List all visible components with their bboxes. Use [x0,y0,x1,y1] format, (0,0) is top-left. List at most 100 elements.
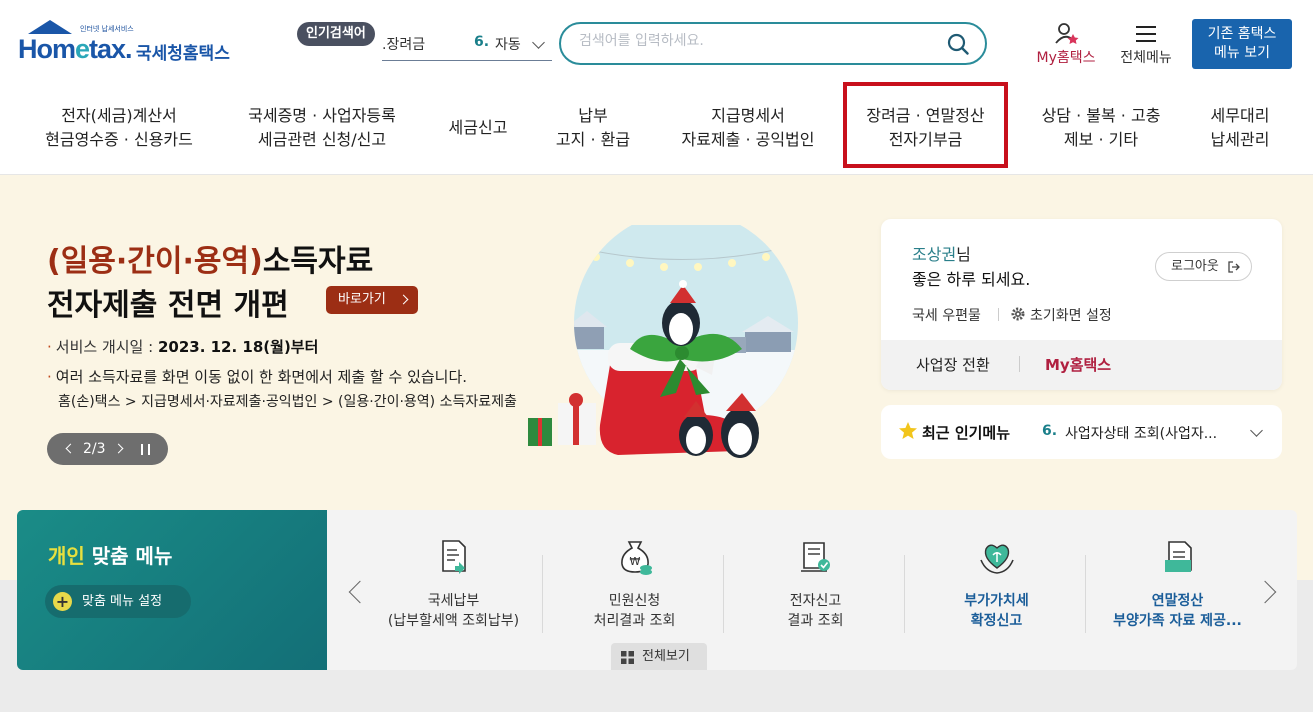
divider [723,555,724,633]
banner-description-text: 여러 소득자료를 화면 이동 없이 한 화면에서 제출 할 수 있습니다. [55,368,468,386]
nav-line2: 제보 · 기타 [1063,130,1139,149]
personal-menu-header: 개인 맞춤 메뉴 + 맞춤 메뉴 설정 [17,510,327,670]
grid-icon [621,651,634,664]
chevron-left-icon[interactable] [65,443,76,454]
recent-popular-menu[interactable]: 최근 인기메뉴 6. 사업자상태 조회(사업자... [881,405,1282,459]
chevron-right-icon [398,294,409,305]
popular-prefix[interactable]: .장려금 [382,34,425,54]
nav-e-invoice[interactable]: 전자(세금)계산서 현금영수증 · 신용카드 [38,104,200,156]
banner-service-date: · 서비스 개시일 : 2023. 12. 18(월)부터 [47,338,319,356]
search-icon[interactable] [947,33,969,55]
quick-item-tax-payment[interactable]: 국세납부 (납부할세액 조회납부) [363,532,544,632]
logo-tagline: 인터넷 납세서비스 [80,25,134,33]
banner-go-button[interactable]: 바로가기 [326,286,418,314]
quick-item-civil-petition[interactable]: ₩ 민원신청 처리결과 조회 [544,532,725,632]
quick-item-line2: (납부할세액 조회납부) [387,613,520,629]
chevron-right-icon[interactable] [113,443,124,454]
quick-item-year-end[interactable]: 연말정산 부양가족 자료 제공... [1087,532,1268,632]
hamburger-icon [1136,26,1156,42]
nav-line1: 국세증명 · 사업자등록 [248,106,396,125]
user-name: 조상권님 [912,241,971,265]
popular-term[interactable]: 자동 [495,34,521,54]
legacy-menu-button[interactable]: 기존 홈택스 메뉴 보기 [1192,19,1292,69]
nav-line1: 상담 · 불복 · 고충 [1041,106,1161,125]
banner-path: 홈(손)택스 > 지급명세서·자료제출·공익법인 > (일용·간이·용역) 소득… [58,394,517,410]
hometax-logo[interactable]: 인터넷 납세서비스 Hometax. 국세청홈택스 [18,20,233,70]
divider [1019,356,1020,372]
nav-incentive-year-end[interactable]: 장려금 · 연말정산전자기부금 [843,82,1008,168]
nav-line1: 세금신고 [448,118,508,137]
user-greeting: 좋은 하루 되세요. [912,270,1031,289]
personal-menu-panel: 국세납부 (납부할세액 조회납부) ₩ 민원신청 처리결과 조회 전자신고 결과… [327,510,1297,670]
civil-petition-icon: ₩ [621,541,652,575]
quick-item-e-filing[interactable]: 전자신고 결과 조회 [725,532,906,632]
popular-rank: 6. [474,34,490,50]
my-hometax-button[interactable]: My홈택스 [1030,22,1102,68]
banner-description: · 여러 소득자료를 화면 이동 없이 한 화면에서 제출 할 수 있습니다. [47,368,468,386]
personal-title-rest: 맞춤 메뉴 [84,544,173,568]
nav-consult[interactable]: 상담 · 불복 · 고충제보 · 기타 [1030,104,1172,156]
nav-line2: 세금관련 신청/신고 [257,130,387,149]
my-hometax-label: My홈택스 [1036,50,1096,66]
search-box [559,22,987,65]
logout-button[interactable]: 로그아웃 [1155,252,1252,281]
banner-title-line2: 전자제출 전면 개편 [47,288,289,323]
nav-line2: 자료제출 · 공익법인 [681,130,815,149]
chevron-down-icon[interactable] [532,36,545,49]
nav-line2: 전자기부금 [888,130,963,149]
nav-line2: 납세관리 [1210,130,1270,149]
nav-tax-agent[interactable]: 세무대리납세관리 [1200,104,1280,156]
nav-line2: 고지 · 환급 [555,130,631,149]
banner-pager: 2/3 [47,433,168,465]
chevron-down-icon[interactable] [1250,424,1263,437]
legacy-line1: 기존 홈택스 [1207,26,1277,42]
popular-search-tag: 인기검색어 [297,22,375,46]
quick-item-line1: 연말정산 [1151,593,1204,609]
recent-menu-value[interactable]: 사업자상태 조회(사업자... [1065,423,1217,443]
popular-search-ticker[interactable]: .장려금 6. 자동 [382,30,552,61]
user-star-icon [1055,23,1079,44]
user-card-footer: 사업장 전환 My홈택스 [881,340,1282,390]
search-input[interactable] [579,33,919,49]
quick-item-line2: 부양가족 자료 제공... [1113,613,1242,629]
quick-item-vat[interactable]: 부가가치세 확정신고 [906,532,1087,632]
user-name-suffix: 님 [956,245,971,264]
service-date-label: 서비스 개시일 : [55,338,158,356]
view-all-button[interactable]: 전체보기 [611,643,707,670]
pause-icon[interactable] [141,444,150,455]
switch-business-button[interactable]: 사업장 전환 [916,354,990,375]
personal-title-highlight: 개인 [48,544,85,568]
my-hometax-link[interactable]: My홈택스 [1045,354,1111,375]
recent-menu-rank: 6. [1042,423,1058,439]
svg-text:₩: ₩ [630,555,641,568]
tax-mail-link[interactable]: 국세 우편물 [912,305,981,325]
quick-item-line1: 부가가치세 [964,593,1029,609]
quick-item-line1: 전자신고 [789,593,842,609]
electronic-filing-icon [801,542,830,572]
personal-setting-label: 맞춤 메뉴 설정 [82,594,163,609]
quick-item-line1: 국세납부 [427,593,480,609]
view-all-label: 전체보기 [642,649,690,664]
nav-certificate[interactable]: 국세증명 · 사업자등록세금관련 신청/신고 [238,104,406,156]
all-menu-button[interactable]: 전체메뉴 [1114,22,1178,68]
logout-icon [1228,261,1240,273]
tax-payment-icon [442,540,466,574]
nav-line1: 세무대리 [1210,106,1270,125]
nav-line1: 장려금 · 연말정산 [866,106,985,125]
nav-payment-statement[interactable]: 지급명세서자료제출 · 공익법인 [672,104,824,156]
logo-wordmark: Hometax. [18,34,133,64]
user-name-value: 조상권 [912,245,957,264]
divider [542,555,543,633]
init-screen-setting-link[interactable]: 초기화면 설정 [1030,305,1112,325]
nav-payment[interactable]: 납부 고지 · 환급 [548,104,638,156]
nav-tax-filing[interactable]: 세금신고 [440,116,516,168]
gear-icon [1011,307,1025,321]
personal-menu-setting-button[interactable]: + 맞춤 메뉴 설정 [45,585,191,618]
vat-icon [980,544,1014,574]
divider [998,308,999,321]
logo-korean: 국세청홈택스 [136,44,230,64]
star-icon [899,422,917,439]
divider [1085,555,1086,633]
recent-menu-label: 최근 인기메뉴 [922,424,1011,442]
nav-line1: 지급명세서 [711,106,785,125]
